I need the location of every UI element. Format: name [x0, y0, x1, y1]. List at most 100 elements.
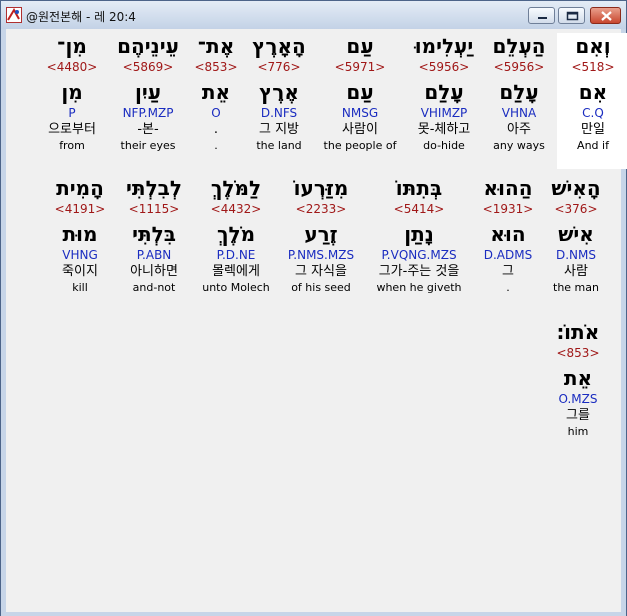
korean-gloss: 그가-주는 것을 — [378, 264, 460, 279]
lexical-form: עַם — [346, 80, 374, 104]
strong-number[interactable]: <776> — [243, 59, 315, 75]
word-cell[interactable]: לְבִלְתִּי <1115> בִּלְתִּי P.ABN 아니하면 a… — [118, 175, 190, 295]
english-gloss: the people of — [323, 139, 397, 152]
english-gloss: when he giveth — [376, 281, 462, 294]
strong-number[interactable]: <1115> — [118, 201, 190, 217]
maximize-button[interactable] — [558, 7, 585, 24]
english-gloss: unto Molech — [202, 281, 270, 294]
word-cell[interactable]: יַעְלִימוּ <5956> עָלַם VHIMZP 못-체하고 do-… — [408, 33, 480, 153]
english-gloss: him — [567, 425, 589, 438]
strong-number[interactable]: <1931> — [472, 201, 544, 217]
korean-gloss: 아주 — [507, 122, 531, 137]
lexical-form: עַיִן — [134, 80, 162, 104]
parsing-code: P.ABN — [136, 248, 172, 262]
lexical-form: אֶרֶץ — [259, 80, 299, 104]
hebrew-word: וְאִם — [575, 34, 611, 58]
english-gloss: their eyes — [120, 139, 176, 152]
hebrew-word: הָאִישׁ — [551, 176, 601, 200]
title-bar[interactable]: @원전본해 - 레 20:4 — [1, 1, 626, 29]
word-cell[interactable]: הָמִית <4191> מוּת VHNG 죽이지 kill — [44, 175, 116, 295]
strong-number[interactable]: <4480> — [36, 59, 108, 75]
strong-number[interactable]: <5956> — [483, 59, 555, 75]
korean-gloss: 사람이 — [342, 122, 378, 137]
english-gloss: . — [214, 139, 218, 152]
hebrew-word: אֶת־ — [197, 34, 235, 58]
parsing-code: NFP.MZP — [122, 106, 174, 120]
korean-gloss: 아니하면 — [130, 264, 178, 279]
minimize-button[interactable] — [528, 7, 555, 24]
word-cell[interactable]: לַמֹּלֶךְ <4432> מֹלֶךְ P.D.NE 몰렉에게 unto… — [196, 175, 276, 295]
word-cell[interactable]: הַהוּא <1931> הוּא D.ADMS 그 . — [472, 175, 544, 295]
app-logo-icon — [6, 7, 22, 23]
hebrew-word: יַעְלִימוּ — [414, 34, 474, 58]
parsing-code: D.NFS — [260, 106, 298, 120]
hebrew-word: אֹתוֹ׃ — [556, 320, 600, 344]
word-cell[interactable]: בְּתִתּוֹ <5414> נָתַן P.VQNG.MZS 그가-주는 … — [364, 175, 474, 295]
english-gloss: do-hide — [423, 139, 465, 152]
strong-number[interactable]: <853> — [542, 345, 614, 361]
word-cell[interactable]: וְאִם <518> אִם C.Q 만일 And if — [557, 33, 627, 169]
parsing-code: P.NMS.MZS — [287, 248, 355, 262]
lexical-form: מִן — [61, 80, 83, 104]
hebrew-word: לַמֹּלֶךְ — [210, 176, 262, 200]
lexical-form: עָלַם — [424, 80, 464, 104]
strong-number[interactable]: <4432> — [196, 201, 276, 217]
parsing-code: O — [211, 106, 221, 120]
strong-number[interactable]: <5869> — [112, 59, 184, 75]
word-cell[interactable]: מִן־ <4480> מִן P 으로부터 from — [36, 33, 108, 153]
hebrew-word: הַעְלֵם — [492, 34, 546, 58]
strong-number[interactable]: <2233> — [278, 201, 364, 217]
english-gloss: kill — [72, 281, 88, 294]
english-gloss: And if — [577, 139, 609, 152]
korean-gloss: 그를 — [566, 408, 590, 423]
lexical-form: עָלַם — [499, 80, 539, 104]
strong-number[interactable]: <518> — [557, 59, 627, 75]
strong-number[interactable]: <853> — [186, 59, 246, 75]
lexical-form: אֵת — [201, 80, 231, 104]
parsing-code: D.NMS — [555, 248, 596, 262]
strong-number[interactable]: <376> — [540, 201, 612, 217]
korean-gloss: 그 — [502, 264, 514, 279]
parsing-code: O.MZS — [558, 392, 598, 406]
english-gloss: . — [506, 281, 510, 294]
strong-number[interactable]: <5414> — [364, 201, 474, 217]
word-cell[interactable]: הָאָרֶץ <776> אֶרֶץ D.NFS 그 지방 the land — [243, 33, 315, 153]
korean-gloss: -본- — [137, 122, 159, 137]
parsing-code: VHNA — [501, 106, 537, 120]
english-gloss: of his seed — [291, 281, 351, 294]
english-gloss: any ways — [493, 139, 545, 152]
word-cell[interactable]: אֹתוֹ׃ <853> אֵת O.MZS 그를 him — [542, 319, 614, 439]
close-button[interactable] — [590, 7, 621, 24]
korean-gloss: 만일 — [581, 122, 605, 137]
lexical-form: מֹלֶךְ — [216, 222, 256, 246]
lexical-form: זֶרַע — [304, 222, 338, 246]
hebrew-word: בְּתִתּוֹ — [395, 176, 443, 200]
lexical-form: אִישׁ — [558, 222, 594, 246]
parsing-code: VHNG — [62, 248, 98, 262]
strong-number[interactable]: <4191> — [44, 201, 116, 217]
korean-gloss: 사람 — [564, 264, 588, 279]
word-cell[interactable]: הָאִישׁ <376> אִישׁ D.NMS 사람 the man — [540, 175, 612, 295]
korean-gloss: . — [213, 122, 219, 137]
parsing-code: NMSG — [341, 106, 379, 120]
word-cell[interactable]: עֵינֵיהֶם <5869> עַיִן NFP.MZP -본- their… — [112, 33, 184, 153]
app-window: @원전본해 - 레 20:4 וְאִם <518> אִם C.Q 만일 An… — [0, 0, 627, 616]
word-cell[interactable]: הַעְלֵם <5956> עָלַם VHNA 아주 any ways — [483, 33, 555, 153]
lexical-form: נָתַן — [404, 222, 434, 246]
strong-number[interactable]: <5956> — [408, 59, 480, 75]
window-bottom-border — [1, 612, 626, 616]
strong-number[interactable]: <5971> — [320, 59, 400, 75]
english-gloss: the land — [256, 139, 302, 152]
korean-gloss: 그 지방 — [258, 122, 299, 137]
word-cell[interactable]: אֶת־ <853> אֵת O . . — [186, 33, 246, 153]
lexical-form: מוּת — [62, 222, 98, 246]
hebrew-word: עַם — [346, 34, 374, 58]
english-gloss: from — [59, 139, 85, 152]
korean-gloss: 몰렉에게 — [212, 264, 260, 279]
parsing-code: D.ADMS — [483, 248, 533, 262]
word-cell[interactable]: עַם <5971> עַם NMSG 사람이 the people of — [320, 33, 400, 153]
hebrew-word: הָמִית — [56, 176, 104, 200]
lexical-form: הוּא — [490, 222, 526, 246]
word-cell[interactable]: מִזַּרְעוֹ <2233> זֶרַע P.NMS.MZS 그 자식을 … — [278, 175, 364, 295]
parsing-code: VHIMZP — [420, 106, 468, 120]
